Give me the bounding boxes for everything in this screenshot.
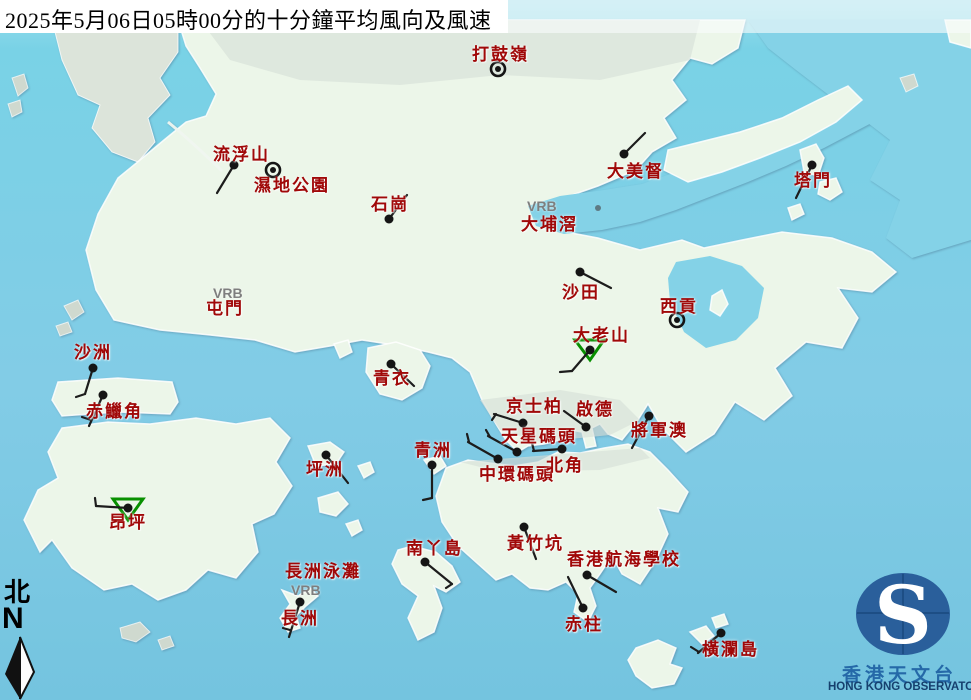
wind-barb [587, 575, 616, 592]
station-dot [99, 391, 108, 400]
station-label-north-point: 北角 [546, 457, 584, 474]
hko-logo: 香港天文台 HONG KONG OBSERVATORY [828, 568, 971, 700]
station-label-wong-chuk-hang: 黃竹坑 [507, 535, 564, 552]
station-dot [421, 558, 430, 567]
station-label-lamma-island: 南丫島 [406, 540, 463, 557]
station-dot [583, 571, 592, 580]
station-label-peng-chau: 坪洲 [306, 461, 344, 478]
wind-barb-tick [560, 371, 572, 372]
logo-english-label: HONG KONG OBSERVATORY [828, 681, 971, 693]
north-arrow: 北 N [0, 578, 60, 700]
station-label-wetland-park: 濕地公園 [254, 177, 330, 194]
station-label-chek-lap-kok: 赤鱲角 [86, 403, 143, 420]
station-label-tsing-yi: 青衣 [373, 370, 411, 387]
station-label-green-island: 青洲 [414, 442, 452, 459]
station-dot [494, 455, 503, 464]
north-letter-label: N [2, 604, 24, 634]
station-dot [520, 523, 529, 532]
station-label-tuen-mun: 屯門 [206, 300, 244, 317]
station-label-sha-chau: 沙洲 [74, 344, 112, 361]
stations-layer: S [0, 0, 971, 700]
station-dot [513, 448, 522, 457]
map-title: 2025年5月06日05時00分的十分鐘平均風向及風速 [0, 0, 508, 33]
calm-dot-icon [674, 317, 680, 323]
station-label-tai-mei-tuk: 大美督 [607, 163, 664, 180]
vrb-label: VRB [527, 199, 557, 213]
station-label-tseung-kwan-o: 將軍澳 [631, 422, 688, 439]
station-dot [620, 150, 629, 159]
wind-barb-tick [95, 498, 96, 506]
station-dot [124, 504, 133, 513]
station-dot [586, 346, 595, 355]
station-label-cheung-chau: 長洲 [281, 610, 319, 627]
station-label-kai-tak: 啟德 [576, 401, 614, 418]
station-label-waglan-island: 橫瀾島 [702, 641, 759, 658]
wind-barb-tick [467, 434, 469, 442]
station-label-central-pier: 中環碼頭 [479, 466, 555, 483]
wind-barb-tick [423, 498, 432, 500]
calm-dot-icon [270, 167, 276, 173]
station-label-tates-cairn: 大老山 [573, 327, 630, 344]
station-dot [296, 598, 305, 607]
station-dot [717, 629, 726, 638]
station-dot [322, 451, 331, 460]
station-label-hk-sea-school: 香港航海學校 [567, 551, 681, 568]
station-label-sai-kung: 西貢 [660, 298, 698, 315]
station-label-lau-fau-shan: 流浮山 [213, 146, 270, 163]
station-label-stanley: 赤柱 [565, 616, 603, 633]
station-dot [387, 360, 396, 369]
station-dot [808, 161, 817, 170]
station-dot [645, 412, 654, 421]
station-dot [576, 268, 585, 277]
wind-barb [468, 442, 498, 459]
station-dot [582, 423, 591, 432]
station-label-star-ferry: 天星碼頭 [501, 428, 577, 445]
vrb-label: VRB [213, 286, 243, 300]
wind-barb [568, 577, 583, 608]
station-label-ngong-ping: 昂坪 [109, 514, 147, 531]
station-label-shek-kong: 石崗 [371, 196, 409, 213]
station-label-tai-po-kau: 大埔滘 [521, 216, 578, 233]
title-bar: 2025年5月06日05時00分的十分鐘平均風向及風速 [0, 0, 971, 33]
wind-map: S 打鼓嶺流浮山濕地公園石崗大美督塔門VRB大埔滘沙田西貢大老山VRB屯門沙洲赤… [0, 0, 971, 700]
station-label-kings-park: 京士柏 [506, 398, 563, 415]
wind-barb-tick [76, 394, 85, 397]
station-dot [385, 215, 394, 224]
wind-barb [96, 506, 128, 508]
station-dot [428, 461, 437, 470]
station-label-ta-kwu-ling: 打鼓嶺 [472, 46, 529, 63]
station-label-sha-tin: 沙田 [562, 284, 600, 301]
wind-barb-tick [691, 647, 699, 652]
station-label-cheung-chau-beach: 長洲泳灘 [285, 563, 361, 580]
station-label-tap-mun: 塔門 [794, 172, 832, 189]
wind-barb [425, 562, 452, 584]
vrb-label: VRB [291, 583, 321, 597]
station-dot [579, 604, 588, 613]
calm-dot-icon [495, 66, 501, 72]
wind-barb-tick [446, 584, 452, 588]
wind-barb-tick [283, 628, 290, 630]
station-dot [89, 364, 98, 373]
wind-barb [217, 165, 234, 193]
